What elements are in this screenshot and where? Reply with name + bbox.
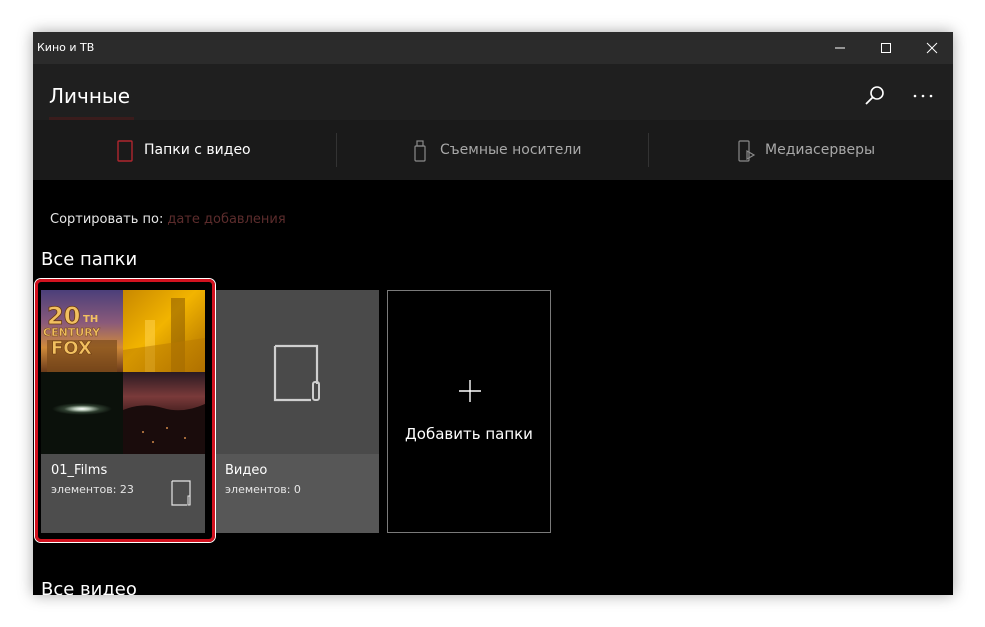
tab-label: Папки с видео: [144, 142, 251, 158]
sort-label: Сортировать по:: [50, 212, 164, 227]
folder-tile-video[interactable]: Видео элементов: 0: [215, 290, 379, 533]
tab-label: Съемные носители: [440, 142, 582, 158]
app-title: Кино и ТВ: [37, 41, 95, 54]
maximize-button[interactable]: [863, 32, 909, 64]
selection-highlight: [35, 279, 215, 542]
add-folders-label: Добавить папки: [405, 425, 533, 443]
title-bar[interactable]: Кино и ТВ: [33, 32, 953, 64]
sort-value-link[interactable]: дате добавления: [167, 212, 285, 227]
minimize-icon: [835, 47, 845, 49]
sort-control: Сортировать по: дате добавления: [50, 212, 286, 227]
add-folders-button[interactable]: Добавить папки: [387, 290, 551, 533]
folder-icon: [273, 344, 320, 402]
page-header: Личные: [33, 64, 953, 120]
page-title: Личные: [49, 84, 131, 108]
folder-item-count: элементов: 0: [225, 483, 301, 496]
minimize-button[interactable]: [817, 32, 863, 64]
folder-name: Видео: [225, 463, 268, 478]
tab-media-servers[interactable]: Медиасерверы: [649, 120, 953, 180]
search-icon: [865, 86, 884, 105]
tab-bar: Папки с видео Съемные носители Медиасерв…: [33, 120, 953, 180]
search-button[interactable]: [863, 84, 887, 108]
section-title-videos: Все видео: [41, 579, 137, 595]
tab-video-folders[interactable]: Папки с видео: [33, 120, 336, 180]
close-button[interactable]: [909, 32, 953, 64]
more-button[interactable]: [911, 84, 935, 108]
more-dots-icon: [913, 94, 933, 98]
tab-label: Медиасерверы: [765, 142, 876, 158]
tab-removable-media[interactable]: Съемные носители: [337, 120, 648, 180]
media-server-icon: [738, 140, 756, 162]
plus-icon: [459, 380, 481, 402]
folder-icon: [117, 140, 133, 162]
close-icon: [926, 42, 938, 54]
usb-drive-icon: [414, 140, 426, 162]
maximize-icon: [881, 43, 891, 53]
folder-placeholder: [215, 290, 379, 454]
section-title-folders: Все папки: [41, 249, 138, 270]
